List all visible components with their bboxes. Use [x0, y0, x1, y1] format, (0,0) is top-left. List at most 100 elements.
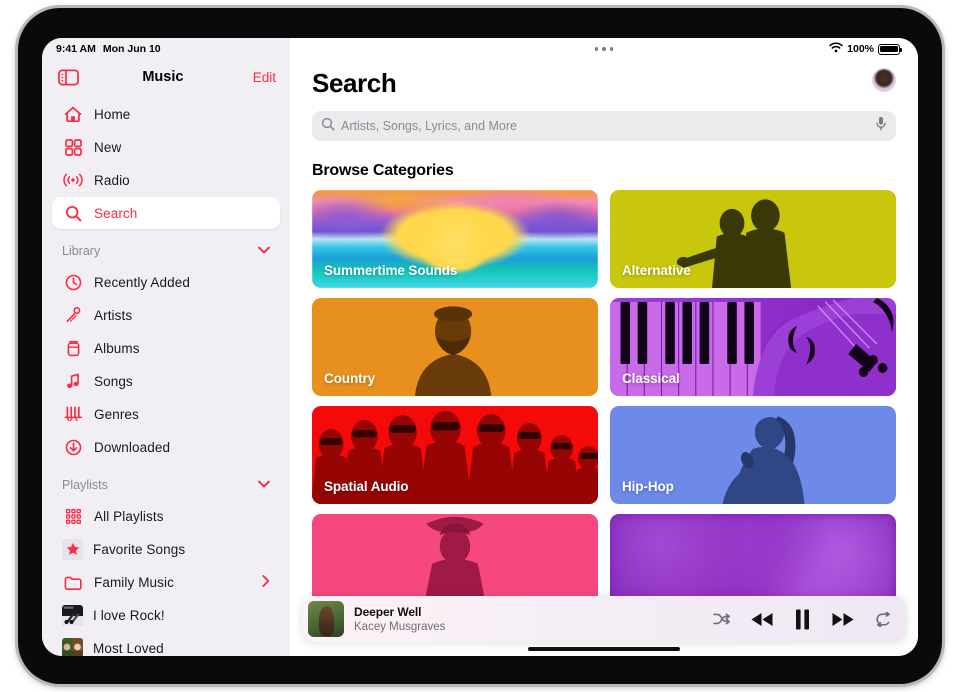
mini-player[interactable]: Deeper Well Kacey Musgraves: [302, 596, 906, 642]
page-title: Search: [312, 68, 397, 98]
multitasking-dots-icon[interactable]: [290, 47, 918, 51]
sidebar-item-albums[interactable]: Albums: [52, 332, 280, 364]
sidebar-title: Music: [142, 69, 184, 85]
now-playing-artist: Kacey Musgraves: [354, 621, 446, 633]
status-bar-left: 9:41 AM Mon Jun 10: [42, 38, 290, 60]
sidebar-item-label: Albums: [94, 340, 140, 356]
radio-waves-icon: [62, 170, 84, 190]
sidebar-item-artists[interactable]: Artists: [52, 299, 280, 331]
home-indicator[interactable]: [528, 647, 680, 651]
category-label: Alternative: [622, 263, 691, 278]
edit-button[interactable]: Edit: [253, 70, 276, 85]
sidebar-item-label: Downloaded: [94, 439, 171, 455]
library-section-title: Library: [62, 244, 101, 258]
battery-full-icon: [878, 43, 903, 55]
sidebar-item-label: Most Loved: [93, 640, 164, 656]
folder-icon: [62, 572, 84, 592]
sidebar-item-radio[interactable]: Radio: [52, 164, 280, 196]
star-icon: [62, 538, 83, 560]
now-playing-artwork[interactable]: [308, 601, 344, 637]
browse-categories-grid: Summertime Sounds Alternative Country Cl…: [312, 190, 896, 612]
grid-squares-icon: [62, 137, 84, 157]
album-stack-icon: [62, 338, 84, 358]
sidebar-item-label: New: [94, 139, 122, 155]
fast-forward-icon[interactable]: [831, 611, 855, 628]
sidebar-item-label: Genres: [94, 406, 139, 422]
sidebar-library-list: Recently Added Artists Albums Songs Genr…: [42, 266, 290, 463]
sidebar-item-label: I love Rock!: [93, 607, 165, 623]
category-card-country[interactable]: Country: [312, 298, 598, 396]
search-placeholder: Artists, Songs, Lyrics, and More: [341, 119, 517, 133]
shuffle-icon[interactable]: [713, 612, 730, 626]
sidebar-item-all-playlists[interactable]: All Playlists: [52, 500, 280, 532]
sidebar-item-downloaded[interactable]: Downloaded: [52, 431, 280, 463]
sidebar: 9:41 AM Mon Jun 10 Music Edit Home New R…: [42, 38, 290, 656]
chevron-down-icon[interactable]: [258, 479, 270, 491]
clock-icon: [62, 272, 84, 292]
sidebar-item-new[interactable]: New: [52, 131, 280, 163]
music-note-icon: [62, 371, 84, 391]
category-card-alternative[interactable]: Alternative: [610, 190, 896, 288]
category-label: Country: [324, 371, 376, 386]
repeat-icon[interactable]: [875, 611, 892, 627]
main-inner: Search Artists, Songs, Lyrics, and More: [290, 60, 918, 612]
category-card-spatial-audio[interactable]: Spatial Audio: [312, 406, 598, 504]
sidebar-item-label: Recently Added: [94, 274, 190, 290]
sidebar-item-favorite-songs[interactable]: Favorite Songs: [52, 533, 280, 565]
playlists-section-header[interactable]: Playlists: [42, 470, 290, 500]
playlist-artwork: [62, 604, 83, 626]
library-section-header[interactable]: Library: [42, 236, 290, 266]
house-icon: [62, 104, 84, 124]
category-label: Hip-Hop: [622, 479, 674, 494]
browse-categories-title: Browse Categories: [312, 162, 454, 179]
microphone-icon: [62, 305, 84, 325]
genres-icon: [62, 404, 84, 424]
category-card-summertime-sounds[interactable]: Summertime Sounds: [312, 190, 598, 288]
page-header: Search: [312, 60, 896, 99]
main-content: 100% Search Artists, Songs, Lyrics, and …: [290, 38, 918, 656]
sidebar-item-search[interactable]: Search: [52, 197, 280, 229]
sidebar-item-home[interactable]: Home: [52, 98, 280, 130]
sidebar-item-family-music[interactable]: Family Music: [52, 566, 280, 598]
sidebar-item-most-loved[interactable]: Most Loved: [52, 632, 280, 656]
sidebar-item-label: Radio: [94, 172, 130, 188]
chevron-down-icon[interactable]: [258, 245, 270, 257]
sidebar-item-label: All Playlists: [94, 508, 164, 524]
playlists-section-title: Playlists: [62, 478, 108, 492]
download-arrow-icon: [62, 437, 84, 457]
microphone-icon[interactable]: [875, 116, 887, 136]
pause-icon[interactable]: [794, 609, 811, 630]
sidebar-item-i-love-rock[interactable]: I love Rock!: [52, 599, 280, 631]
sidebar-item-songs[interactable]: Songs: [52, 365, 280, 397]
category-card-hip-hop[interactable]: Hip-Hop: [610, 406, 896, 504]
now-playing-title: Deeper Well: [354, 605, 422, 619]
account-avatar[interactable]: [872, 67, 896, 92]
sidebar-item-label: Songs: [94, 373, 133, 389]
rewind-icon[interactable]: [750, 611, 774, 628]
sidebar-playlists-list: All Playlists Favorite Songs Family Musi…: [42, 500, 290, 656]
chevron-right-icon[interactable]: [262, 574, 270, 590]
magnifier-icon: [62, 203, 84, 223]
sidebar-item-label: Search: [94, 205, 138, 221]
sidebar-item-label: Family Music: [94, 574, 174, 590]
favorite-songs-thumb: [62, 538, 83, 560]
now-playing-meta: Deeper Well Kacey Musgraves: [354, 605, 445, 633]
ipad-device-frame: 9:41 AM Mon Jun 10 Music Edit Home New R…: [18, 8, 942, 684]
sidebar-item-label: Home: [94, 106, 131, 122]
playlist-artwork: [62, 637, 83, 656]
category-card-classical[interactable]: Classical: [610, 298, 896, 396]
sidebar-item-label: Artists: [94, 307, 133, 323]
search-input[interactable]: Artists, Songs, Lyrics, and More: [312, 111, 896, 141]
magnifier-icon: [321, 117, 335, 136]
category-label: Classical: [622, 371, 680, 386]
status-time: 9:41 AM: [56, 43, 96, 55]
player-controls: [713, 609, 892, 630]
sidebar-item-genres[interactable]: Genres: [52, 398, 280, 430]
sidebar-item-label: Favorite Songs: [93, 541, 186, 557]
ipad-screen: 9:41 AM Mon Jun 10 Music Edit Home New R…: [42, 38, 918, 656]
dots-grid-icon: [62, 506, 84, 526]
status-bar-right: 100%: [290, 38, 918, 60]
sidebar-item-recently-added[interactable]: Recently Added: [52, 266, 280, 298]
sidebar-nav-top: Home New Radio Search: [42, 94, 290, 229]
status-date: Mon Jun 10: [102, 43, 161, 55]
